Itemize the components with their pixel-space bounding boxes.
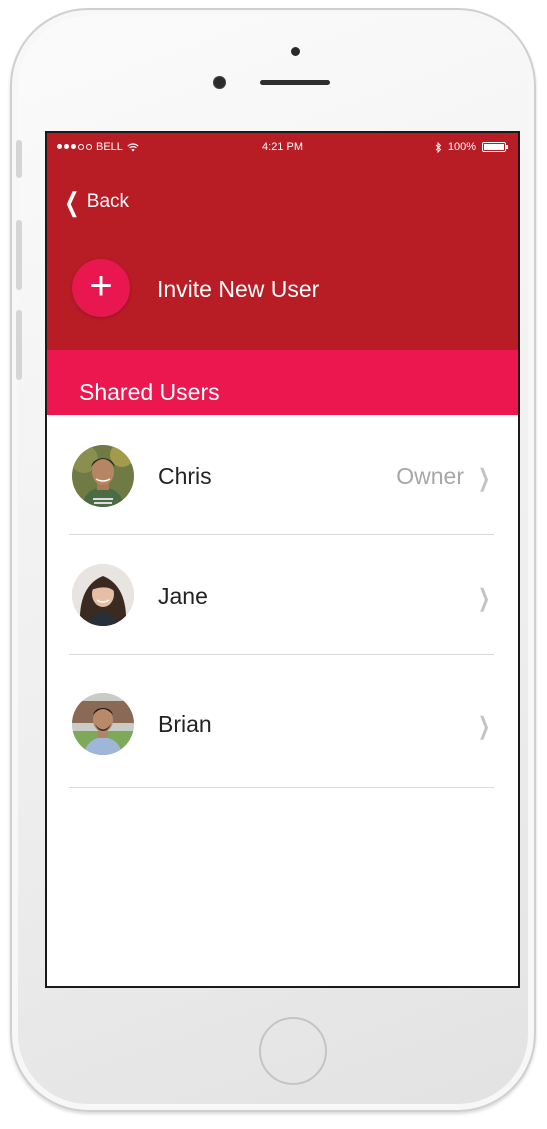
user-role: Owner <box>396 463 464 489</box>
navigation-bar: ❮ Back <box>47 161 518 232</box>
volume-down-button <box>16 310 22 380</box>
chevron-right-icon: ❯ <box>477 465 490 492</box>
section-title: Shared Users <box>79 379 220 405</box>
user-row-jane[interactable]: Jane ❯ <box>47 535 518 655</box>
back-button[interactable]: ❮ Back <box>61 187 130 217</box>
user-name: Brian <box>158 711 212 737</box>
battery-percent: 100% <box>447 141 476 153</box>
user-name: Chris <box>158 463 212 489</box>
user-row-chris[interactable]: Chris Owner ❯ <box>47 415 518 535</box>
section-header: Shared Users <box>47 350 518 415</box>
avatar <box>72 693 134 755</box>
proximity-sensor <box>291 47 300 56</box>
user-row-brian[interactable]: Brian ❯ <box>47 655 518 788</box>
volume-up-button <box>16 220 22 290</box>
back-label: Back <box>86 191 130 212</box>
app-screen: BELL 4:21 PM 100% ❮ Back + Invite New Us… <box>45 131 520 988</box>
avatar <box>72 445 134 507</box>
front-camera <box>213 76 226 89</box>
user-name: Jane <box>158 583 208 609</box>
shared-users-list: Chris Owner ❯ Jane ❯ Brian ❯ <box>47 415 518 788</box>
chevron-left-icon: ❮ <box>64 187 80 217</box>
earpiece-speaker <box>260 80 330 85</box>
chevron-right-icon: ❯ <box>477 713 490 740</box>
mute-switch <box>16 140 22 178</box>
status-bar: BELL 4:21 PM 100% <box>47 133 518 161</box>
home-button[interactable] <box>259 1017 327 1085</box>
plus-icon: + <box>72 259 130 317</box>
avatar <box>72 564 134 626</box>
battery-icon <box>482 142 508 152</box>
invite-new-user-button[interactable]: + Invite New User <box>47 231 518 350</box>
chevron-right-icon: ❯ <box>477 585 490 612</box>
bluetooth-icon <box>435 141 442 153</box>
row-divider <box>69 787 494 788</box>
invite-label: Invite New User <box>157 276 320 302</box>
status-right: 100% <box>435 141 508 153</box>
